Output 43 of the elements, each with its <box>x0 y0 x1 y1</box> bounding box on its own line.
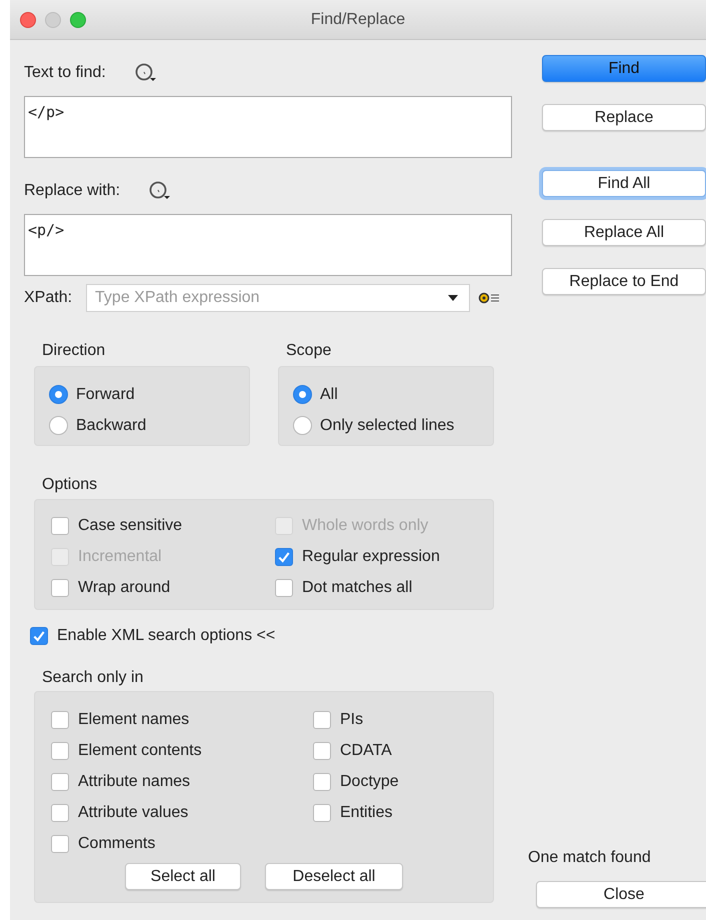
checkbox[interactable]: Attribute values <box>51 801 188 824</box>
checkbox[interactable]: Regular expression <box>275 545 440 568</box>
radio-button[interactable]: All <box>293 383 338 406</box>
checkbox[interactable]: Comments <box>51 832 156 855</box>
xpath-combo-box[interactable]: Type XPath expression <box>86 284 470 312</box>
radio-button[interactable]: Forward <box>49 383 135 406</box>
group-title: Search only in <box>41 668 144 688</box>
dropdown-caret-icon[interactable] <box>448 295 458 301</box>
radio-button[interactable]: Backward <box>49 414 146 437</box>
history-icon[interactable] <box>134 63 158 83</box>
checkbox[interactable]: Attribute names <box>51 770 190 793</box>
replace-label: Replace with: <box>24 182 120 200</box>
checkbox[interactable]: Doctype <box>313 770 399 793</box>
checkbox[interactable]: Case sensitive <box>51 514 182 537</box>
checkbox[interactable]: CDATA <box>313 739 392 762</box>
group-title: Direction <box>41 341 106 361</box>
radio-button[interactable]: Only selected lines <box>293 414 454 437</box>
select-button[interactable]: Select all <box>125 863 241 890</box>
group-title: Scope <box>285 341 332 361</box>
checkbox[interactable]: Enable XML search options << <box>30 624 276 647</box>
action-button[interactable]: Replace to End <box>542 268 706 295</box>
window-title: Find/Replace <box>310 10 406 28</box>
checkbox[interactable]: Entities <box>313 801 392 824</box>
close-button[interactable]: Close <box>536 881 706 908</box>
action-button[interactable]: Find <box>542 55 706 82</box>
close-icon[interactable] <box>20 12 36 28</box>
find-label: Text to find: <box>24 64 106 82</box>
history-icon[interactable] <box>148 181 172 201</box>
replace-field[interactable]: <p/> <box>24 214 512 276</box>
checkbox[interactable]: PIs <box>313 708 364 731</box>
action-button[interactable]: Replace <box>542 104 706 131</box>
checkbox[interactable]: Dot matches all <box>275 576 412 599</box>
checkbox[interactable]: Wrap around <box>51 576 170 599</box>
status-text: One match found <box>528 848 651 868</box>
checkbox[interactable]: Element names <box>51 708 190 731</box>
group-title: Options <box>41 475 98 495</box>
settings-icon[interactable] <box>478 291 500 305</box>
xpath-label: XPath: <box>24 289 72 307</box>
select-button[interactable]: Deselect all <box>265 863 403 890</box>
action-button[interactable]: Find All <box>542 170 706 197</box>
find-field[interactable]: </p> <box>24 96 512 158</box>
action-button[interactable]: Replace All <box>542 219 706 246</box>
checkbox[interactable]: Element contents <box>51 739 202 762</box>
